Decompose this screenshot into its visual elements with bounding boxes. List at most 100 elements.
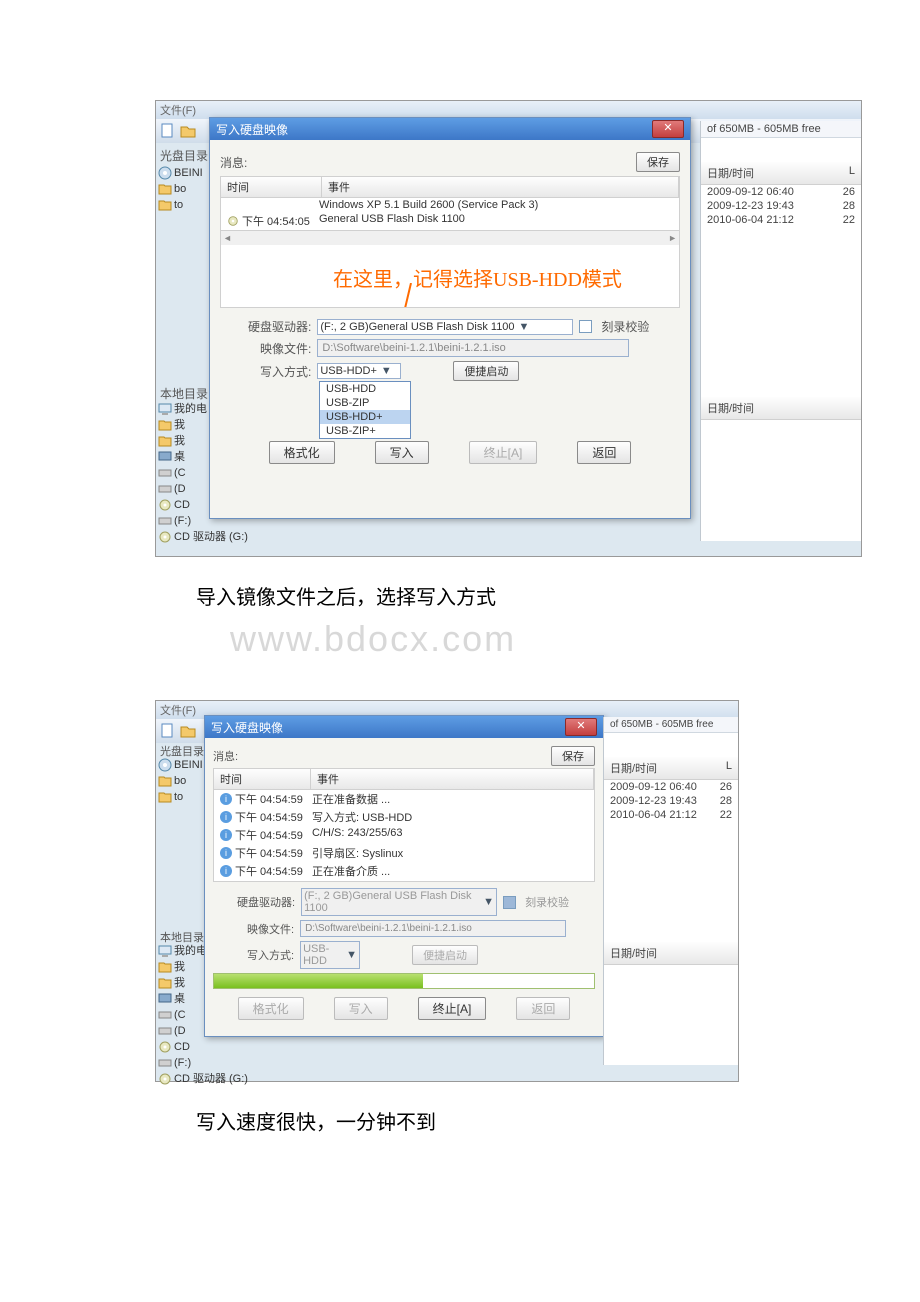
date-row: 2009-12-23 19:4328 — [701, 199, 861, 213]
image-label: 映像文件: — [260, 340, 311, 357]
log-row: Windows XP 5.1 Build 2600 (Service Pack … — [221, 198, 679, 212]
tree-item[interactable]: CD 驱动器 (G:) — [158, 1071, 248, 1087]
write-button[interactable]: 写入 — [375, 441, 429, 464]
hdd-select[interactable]: (F:, 2 GB)General USB Flash Disk 1100▼ — [317, 319, 573, 335]
boot-button[interactable]: 便捷启动 — [453, 361, 519, 381]
hdd-select: (F:, 2 GB)General USB Flash Disk 1100▼ — [301, 888, 497, 916]
dropdown-option[interactable]: USB-ZIP — [320, 396, 410, 410]
tree-label: CD — [174, 497, 190, 513]
new-icon[interactable] — [160, 123, 176, 139]
scrollbar-x[interactable]: ◄► — [221, 230, 679, 245]
verify-checkbox[interactable] — [579, 320, 592, 333]
annotation-arrow-icon — [381, 283, 421, 308]
tree-label: BEINI — [174, 165, 203, 181]
log-list: 时间 事件 i下午 04:54:59正在准备数据 ...i下午 04:54:59… — [213, 768, 595, 882]
tree-label: CD 驱动器 (G:) — [174, 1071, 248, 1087]
tree-label: 我的电 — [174, 401, 207, 417]
verify-checkbox — [503, 896, 516, 909]
format-button: 格式化 — [238, 997, 304, 1020]
log-row: i下午 04:54:59正在准备介质 ... — [214, 862, 594, 880]
hdd-label: 硬盘驱动器: — [237, 894, 295, 910]
tree-label: 我 — [174, 433, 185, 449]
menu-file[interactable]: 文件(F) — [160, 102, 196, 118]
tree-label: (C — [174, 465, 186, 481]
back-button[interactable]: 返回 — [577, 441, 631, 464]
tree-label: CD 驱动器 (G:) — [174, 529, 248, 545]
progress-bar — [213, 973, 595, 989]
tree-label: BEINI — [174, 757, 203, 773]
close-button[interactable]: ✕ — [652, 120, 684, 138]
back-button: 返回 — [516, 997, 570, 1020]
tree-label: to — [174, 197, 183, 213]
stop-button: 终止[A] — [469, 441, 538, 464]
dropdown-option[interactable]: USB-ZIP+ — [320, 424, 410, 438]
tree-item[interactable]: CD — [158, 1039, 248, 1055]
dropdown-option[interactable]: USB-HDD+ — [320, 410, 410, 424]
date-row: 2010-06-04 21:1222 — [604, 808, 738, 822]
tree-label: (F:) — [174, 1055, 191, 1071]
screenshot-1: 文件(F) 光盘目录 BEINIboto 本地目录 我的电我我桌(C(DCD(F… — [155, 100, 862, 557]
stop-button[interactable]: 终止[A] — [418, 997, 487, 1020]
date-row: 2009-09-12 06:4026 — [701, 185, 861, 199]
open-icon[interactable] — [180, 123, 196, 139]
disc-dir-label: 光盘目录 — [160, 147, 208, 164]
tree-item[interactable]: to — [158, 789, 203, 805]
col-time: 时间 — [214, 769, 311, 789]
rp-header: 日期/时间L — [604, 757, 738, 780]
open-icon[interactable] — [180, 723, 196, 739]
tree-item[interactable]: (F:) — [158, 1055, 248, 1071]
tree-label: 我的电 — [174, 943, 207, 959]
log-header: 时间 事件 — [214, 769, 594, 790]
tree-label: CD — [174, 1039, 190, 1055]
format-button[interactable]: 格式化 — [269, 441, 335, 464]
col-event: 事件 — [311, 769, 594, 789]
local-dir-label: 本地目录 — [160, 385, 208, 402]
annotation-text: 在这里，记得选择USB-HDD模式 — [333, 263, 622, 292]
tree-label: (D — [174, 1023, 186, 1039]
close-button[interactable]: ✕ — [565, 718, 597, 736]
rp-header2: 日期/时间 — [604, 942, 738, 965]
verify-label: 刻录校验 — [525, 894, 569, 910]
right-pane: of 650MB - 605MB free 日期/时间L 2009-09-12 … — [603, 717, 738, 1065]
log-row: i下午 04:54:59正在准备数据 ... — [214, 790, 594, 808]
new-icon[interactable] — [160, 723, 176, 739]
tree-label: (F:) — [174, 513, 191, 529]
message-label: 消息: — [220, 154, 247, 171]
image-label: 映像文件: — [247, 921, 294, 937]
save-button[interactable]: 保存 — [551, 746, 595, 766]
tree-label: 我 — [174, 959, 185, 975]
dialog-titlebar: 写入硬盘映像 ✕ — [210, 118, 690, 140]
dialog-title: 写入硬盘映像 — [211, 719, 283, 736]
write-mode-select: USB-HDD▼ — [300, 941, 360, 969]
save-button[interactable]: 保存 — [636, 152, 680, 172]
log-row: i下午 04:54:59写入方式: USB-HDD — [214, 808, 594, 826]
tree-item[interactable]: to — [158, 197, 203, 213]
disc-icon — [227, 215, 239, 227]
hdd-label: 硬盘驱动器: — [248, 318, 311, 335]
write-mode-select[interactable]: USB-HDD+▼ — [317, 363, 401, 379]
dialog-title: 写入硬盘映像 — [216, 121, 288, 138]
write-button: 写入 — [334, 997, 388, 1020]
dropdown-option[interactable]: USB-HDD — [320, 382, 410, 396]
write-mode-label: 写入方式: — [247, 947, 294, 963]
col-event: 事件 — [322, 177, 679, 197]
tree-item[interactable]: BEINI — [158, 757, 203, 773]
menu-file[interactable]: 文件(F) — [160, 702, 196, 718]
dialog-titlebar: 写入硬盘映像 ✕ — [205, 716, 603, 738]
verify-label: 刻录校验 — [601, 318, 649, 335]
tree-label: 我 — [174, 975, 185, 991]
rp-header: 日期/时间L — [701, 162, 861, 185]
info-icon: i — [220, 793, 232, 805]
log-row: i下午 04:54:59C/H/S: 243/255/63 — [214, 826, 594, 844]
tree-label: 桌 — [174, 991, 185, 1007]
tree-item[interactable]: CD 驱动器 (G:) — [158, 529, 248, 545]
log-row: i下午 04:54:59引导扇区: Syslinux — [214, 844, 594, 862]
tree-item[interactable]: bo — [158, 773, 203, 789]
tree-item[interactable]: bo — [158, 181, 203, 197]
write-mode-dropdown[interactable]: USB-HDDUSB-ZIPUSB-HDD+USB-ZIP+ — [319, 381, 411, 439]
tree-label: bo — [174, 181, 186, 197]
tree-label: bo — [174, 773, 186, 789]
col-time: 时间 — [221, 177, 322, 197]
info-icon: i — [220, 865, 232, 877]
tree-item[interactable]: BEINI — [158, 165, 203, 181]
